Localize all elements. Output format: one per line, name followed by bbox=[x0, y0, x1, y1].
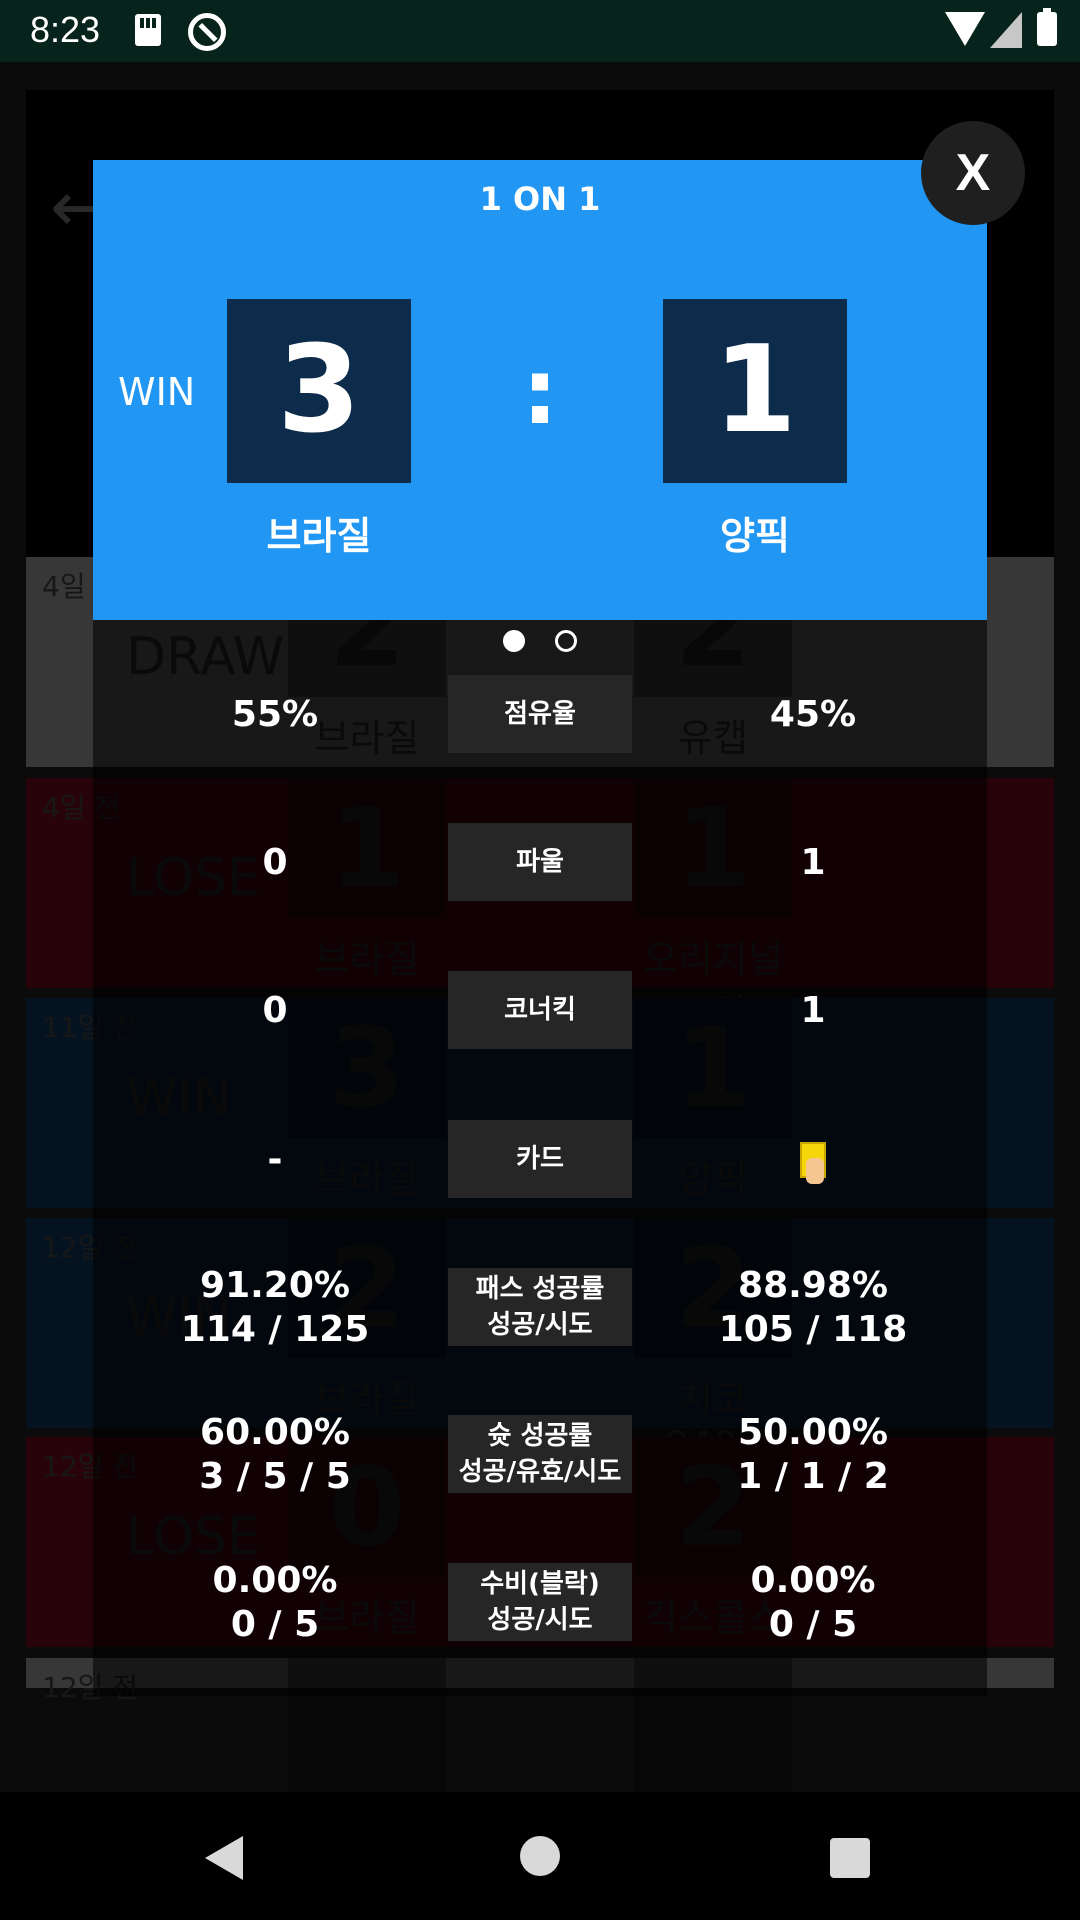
sd-card-icon bbox=[135, 14, 161, 46]
home-stat-value: - bbox=[155, 1120, 395, 1200]
match-result: WIN bbox=[118, 370, 196, 414]
stat-label: 수비(블락) 성공/시도 bbox=[448, 1563, 632, 1641]
stat-label: 슛 성공률성공/유효/시도 bbox=[448, 1415, 632, 1493]
home-stat-value: 0.00% 0 / 5 bbox=[155, 1560, 395, 1645]
battery-icon bbox=[1037, 8, 1057, 46]
stat-label: 카드 bbox=[448, 1120, 632, 1198]
home-stat-value: 60.00% 3 / 5 / 5 bbox=[155, 1412, 395, 1497]
stat-row: 0 파울 1 bbox=[93, 823, 987, 903]
close-button[interactable]: X bbox=[921, 121, 1025, 225]
home-stat-primary: 91.20% bbox=[200, 1265, 350, 1306]
away-stat-value: 88.98% 105 / 118 bbox=[693, 1265, 933, 1350]
stat-row: 55% 점유율 45% bbox=[93, 675, 987, 755]
away-stat-value: 45% bbox=[693, 675, 933, 755]
stat-label: 파울 bbox=[448, 823, 632, 901]
home-stat-secondary: 0 / 5 bbox=[230, 1604, 320, 1645]
stat-label-primary: 코너킥 bbox=[504, 995, 576, 1025]
away-stat-value bbox=[693, 1120, 933, 1200]
stat-label-primary: 파울 bbox=[516, 847, 564, 877]
stat-label: 점유율 bbox=[448, 675, 632, 753]
data-saver-icon bbox=[188, 13, 226, 51]
score-separator: : bbox=[522, 340, 558, 445]
nav-back-icon[interactable] bbox=[205, 1836, 243, 1880]
away-stat-value: 0.00% 0 / 5 bbox=[693, 1560, 933, 1645]
away-stat-primary: 50.00% bbox=[738, 1412, 888, 1453]
away-team-name: 양픽 bbox=[720, 514, 790, 558]
home-stat-primary: - bbox=[267, 1139, 283, 1180]
away-stat-value: 1 bbox=[693, 823, 933, 903]
home-stat-value: 91.20% 114 / 125 bbox=[155, 1265, 395, 1350]
stat-label-primary: 패스 성공률 bbox=[475, 1274, 605, 1304]
home-stat-primary: 0.00% bbox=[212, 1560, 338, 1601]
away-stat-secondary: 0 / 5 bbox=[768, 1604, 858, 1645]
away-stat-primary: 1 bbox=[800, 842, 826, 883]
match-mode: 1 ON 1 bbox=[479, 180, 601, 218]
yellow-card-icon bbox=[800, 1142, 826, 1184]
stat-label: 코너킥 bbox=[448, 971, 632, 1049]
nav-recents-icon[interactable] bbox=[830, 1838, 870, 1878]
away-stat-secondary: 105 / 118 bbox=[718, 1309, 908, 1350]
stat-row: - 카드 bbox=[93, 1120, 987, 1200]
stat-label-secondary: 성공/시도 bbox=[487, 1310, 593, 1340]
away-score: 1 bbox=[663, 299, 847, 483]
clock: 8:23 bbox=[30, 9, 101, 50]
home-stat-primary: 0 bbox=[262, 990, 288, 1031]
stat-label: 패스 성공률성공/시도 bbox=[448, 1268, 632, 1346]
navigation-bar bbox=[0, 1792, 1080, 1920]
stat-label-secondary: 성공/유효/시도 bbox=[458, 1457, 622, 1487]
status-bar: 8:23 bbox=[0, 0, 1080, 62]
home-stat-secondary: 114 / 125 bbox=[180, 1309, 370, 1350]
signal-icon bbox=[990, 12, 1022, 48]
home-stat-primary: 0 bbox=[262, 842, 288, 883]
stat-label-primary: 수비(블락) bbox=[480, 1569, 600, 1599]
page-dot-2[interactable] bbox=[554, 630, 577, 652]
home-stat-secondary: 3 / 5 / 5 bbox=[199, 1456, 351, 1497]
page-dot-1[interactable] bbox=[503, 630, 526, 652]
away-stat-primary: 88.98% bbox=[738, 1265, 888, 1306]
stat-row: 0 코너킥 1 bbox=[93, 971, 987, 1051]
stat-label-primary: 카드 bbox=[516, 1144, 564, 1174]
home-stat-value: 0 bbox=[155, 823, 395, 903]
nav-home-icon[interactable] bbox=[520, 1836, 560, 1876]
home-team-name: 브라질 bbox=[266, 514, 372, 558]
home-stat-value: 0 bbox=[155, 971, 395, 1051]
away-stat-primary: 45% bbox=[769, 694, 857, 735]
home-score: 3 bbox=[227, 299, 411, 483]
away-stat-primary: 0.00% bbox=[750, 1560, 876, 1601]
page-indicator bbox=[93, 630, 987, 656]
stat-row: 60.00% 3 / 5 / 5 슛 성공률성공/유효/시도 50.00% 1 / 1 … bbox=[93, 1412, 987, 1497]
stat-row: 91.20% 114 / 125 패스 성공률성공/시도 88.98% 105 / 11… bbox=[93, 1265, 987, 1350]
stat-row: 0.00% 0 / 5 수비(블락) 성공/시도 0.00% 0 / 5 bbox=[93, 1560, 987, 1645]
stat-label-primary: 슛 성공률 bbox=[487, 1421, 593, 1451]
home-stat-primary: 55% bbox=[231, 694, 319, 735]
stats-panel[interactable]: 55% 점유율 45% 0 파울 1 0 코너킥 1 - 카드 91.20% 114 / 125 패스 성… bbox=[93, 620, 987, 1696]
away-stat-value: 50.00% 1 / 1 / 2 bbox=[693, 1412, 933, 1497]
away-stat-primary: 1 bbox=[800, 990, 826, 1031]
stat-label-secondary: 성공/시도 bbox=[487, 1605, 593, 1635]
wifi-icon bbox=[945, 12, 985, 46]
away-stat-secondary: 1 / 1 / 2 bbox=[737, 1456, 889, 1497]
home-stat-value: 55% bbox=[155, 675, 395, 755]
stat-label-primary: 점유율 bbox=[504, 699, 576, 729]
home-stat-primary: 60.00% bbox=[200, 1412, 350, 1453]
score-card: 1 ON 1 WIN 3 : 1 브라질 양픽 bbox=[93, 160, 987, 620]
away-stat-value: 1 bbox=[693, 971, 933, 1051]
match-detail-dialog: 1 ON 1 WIN 3 : 1 브라질 양픽 55% 점유율 45% 0 파울 1 0 코너… bbox=[93, 160, 987, 1696]
